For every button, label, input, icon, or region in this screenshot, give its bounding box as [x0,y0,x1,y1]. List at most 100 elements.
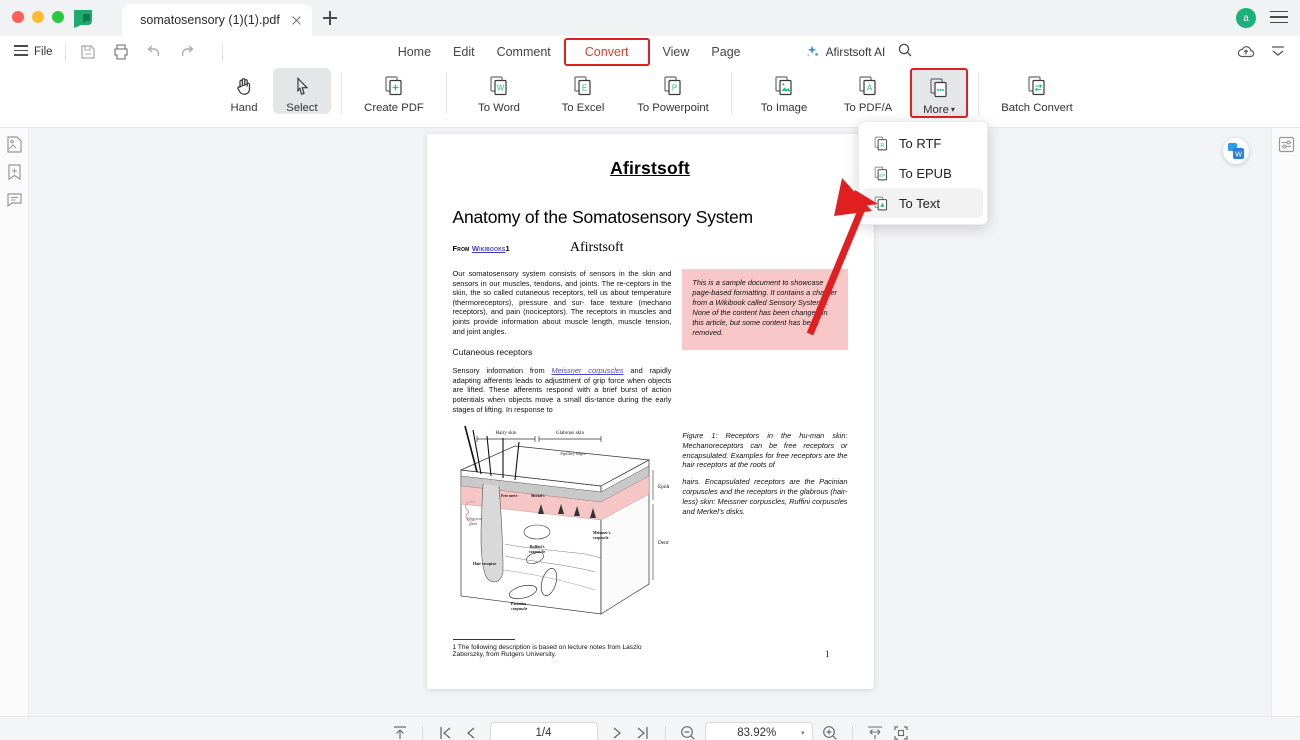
to-excel-icon: E [571,72,595,99]
to-pdfa-button[interactable]: A To PDF/A [826,68,910,114]
create-pdf-button[interactable]: Create PDF [352,68,436,114]
last-page-icon[interactable] [630,722,656,740]
tab-convert[interactable]: Convert [574,42,640,62]
to-powerpoint-icon: P [661,72,685,99]
figure-caption-part-2: hairs. Encapsulated receptors are the Pa… [682,477,848,516]
batch-convert-label: Batch Convert [1001,102,1073,114]
svg-text:W: W [1235,149,1243,158]
second-paragraph: Sensory information from Meissner corpus… [452,366,672,414]
wikibooks-link[interactable]: Wikibooks [472,244,506,253]
fit-page-icon[interactable] [888,722,914,740]
menu-item-to-epub-label: To EPUB [899,165,952,181]
svg-text:corpuscle: corpuscle [511,606,527,611]
menu-bar-right-actions [1236,42,1288,67]
sparkle-icon [807,45,818,57]
zoom-level-value: 83.92% [737,726,777,739]
svg-text:W: W [497,83,505,92]
comment-panel-icon[interactable] [4,190,25,211]
fit-top-icon[interactable] [387,722,413,740]
avatar[interactable]: a [1236,8,1256,28]
first-page-icon[interactable] [432,722,458,740]
rtf-file-icon: R [874,136,888,150]
fit-width-icon[interactable] [862,722,888,740]
file-menu-button[interactable]: File [14,45,53,58]
divider [341,72,342,114]
to-pdfa-icon: A [856,72,880,99]
app-logo-icon [72,8,94,28]
undo-icon[interactable] [144,42,164,62]
new-tab-button[interactable] [320,8,340,28]
divider [64,43,66,61]
menu-item-to-rtf[interactable]: R To RTF [863,128,983,158]
menu-bar: File Home Edit Comment Convert View Page… [0,36,1300,68]
main-menu-icon[interactable] [1270,11,1288,27]
more-convert-dropdown: R To RTF EP To EPUB To Text [858,121,988,225]
to-powerpoint-button[interactable]: P To Powerpoint [625,68,721,114]
thumbnail-panel-icon[interactable] [4,134,25,155]
divider [978,72,979,114]
chevron-down-icon: ▾ [800,729,805,737]
hand-tool-button[interactable]: Hand [215,68,273,114]
document-page-number: 1 [825,649,830,659]
document-canvas[interactable]: Afirstsoft Anatomy of the Somatosensory … [29,128,1271,716]
print-icon[interactable] [111,42,131,62]
tab-page[interactable]: Page [700,42,751,62]
zoom-in-icon[interactable] [817,722,843,740]
afirstsoft-ai-button[interactable]: Afirstsoft AI [804,44,885,60]
select-tool-button[interactable]: Select [273,68,331,114]
from-label: From Wikibooks1 [452,244,510,253]
bookmark-panel-icon[interactable] [4,162,25,183]
svg-text:Meissner's: Meissner's [593,531,611,535]
to-word-button[interactable]: W To Word [457,68,541,114]
redo-icon[interactable] [177,42,197,62]
svg-text:Glabrous skin: Glabrous skin [556,431,584,436]
document-tab-title: somatosensory (1)(1).pdf [140,13,280,27]
collapse-ribbon-icon[interactable] [1268,42,1288,67]
close-tab-icon[interactable] [288,12,304,28]
divider [851,725,853,740]
batch-convert-button[interactable]: Batch Convert [989,68,1085,114]
document-tab[interactable]: somatosensory (1)(1).pdf [122,4,312,36]
minimize-window-button[interactable] [32,11,44,23]
convert-to-word-floating-button[interactable]: W [1223,138,1249,164]
zoom-out-icon[interactable] [675,722,701,740]
create-pdf-icon [382,72,406,99]
skin-cross-section-figure: Hairy skin Glabrous skin Epid Derm Papil… [453,424,679,629]
tab-edit[interactable]: Edit [442,42,486,62]
svg-text:Epidermis: Epidermis [658,484,669,490]
menu-item-to-text[interactable]: To Text [863,188,983,218]
to-excel-button[interactable]: E To Excel [541,68,625,114]
prev-page-icon[interactable] [458,722,484,740]
maximize-window-button[interactable] [52,11,64,23]
page-number-input[interactable]: 1/4 [489,722,598,740]
zoom-level-select[interactable]: 83.92% ▾ [704,722,813,740]
close-window-button[interactable] [12,11,24,23]
tab-home[interactable]: Home [387,42,442,62]
right-panel-rail [1271,128,1300,716]
hand-tool-label: Hand [230,102,258,114]
svg-text:Free nerve: Free nerve [501,494,518,498]
footnote-text: 1 The following description is based on … [452,644,642,659]
menu-item-to-epub[interactable]: EP To EPUB [863,158,983,188]
figure-caption: Figure 1: Receptors in the hu-man skin: … [682,431,847,516]
more-convert-button[interactable]: More ▾ [910,68,968,118]
save-icon[interactable] [78,42,98,62]
meissner-corpuscles-link[interactable]: Meissner corpuscles [551,366,623,375]
tab-comment[interactable]: Comment [486,42,562,62]
to-image-icon [772,72,796,99]
svg-text:Hair receptor: Hair receptor [473,561,497,566]
properties-panel-icon[interactable] [1276,134,1297,155]
create-pdf-label: Create PDF [364,102,424,114]
tab-view[interactable]: View [652,42,701,62]
menu-item-to-text-label: To Text [899,195,940,211]
next-page-icon[interactable] [604,722,630,740]
svg-text:Papillary ridges: Papillary ridges [560,451,586,456]
cloud-upload-icon[interactable] [1236,42,1256,67]
window-title-bar: somatosensory (1)(1).pdf a [0,0,1300,36]
epub-file-icon: EP [874,166,888,180]
to-image-button[interactable]: To Image [742,68,826,114]
svg-text:P: P [672,83,677,92]
search-icon[interactable] [897,42,913,63]
divider [731,72,732,114]
menu-item-to-rtf-label: To RTF [899,135,942,151]
